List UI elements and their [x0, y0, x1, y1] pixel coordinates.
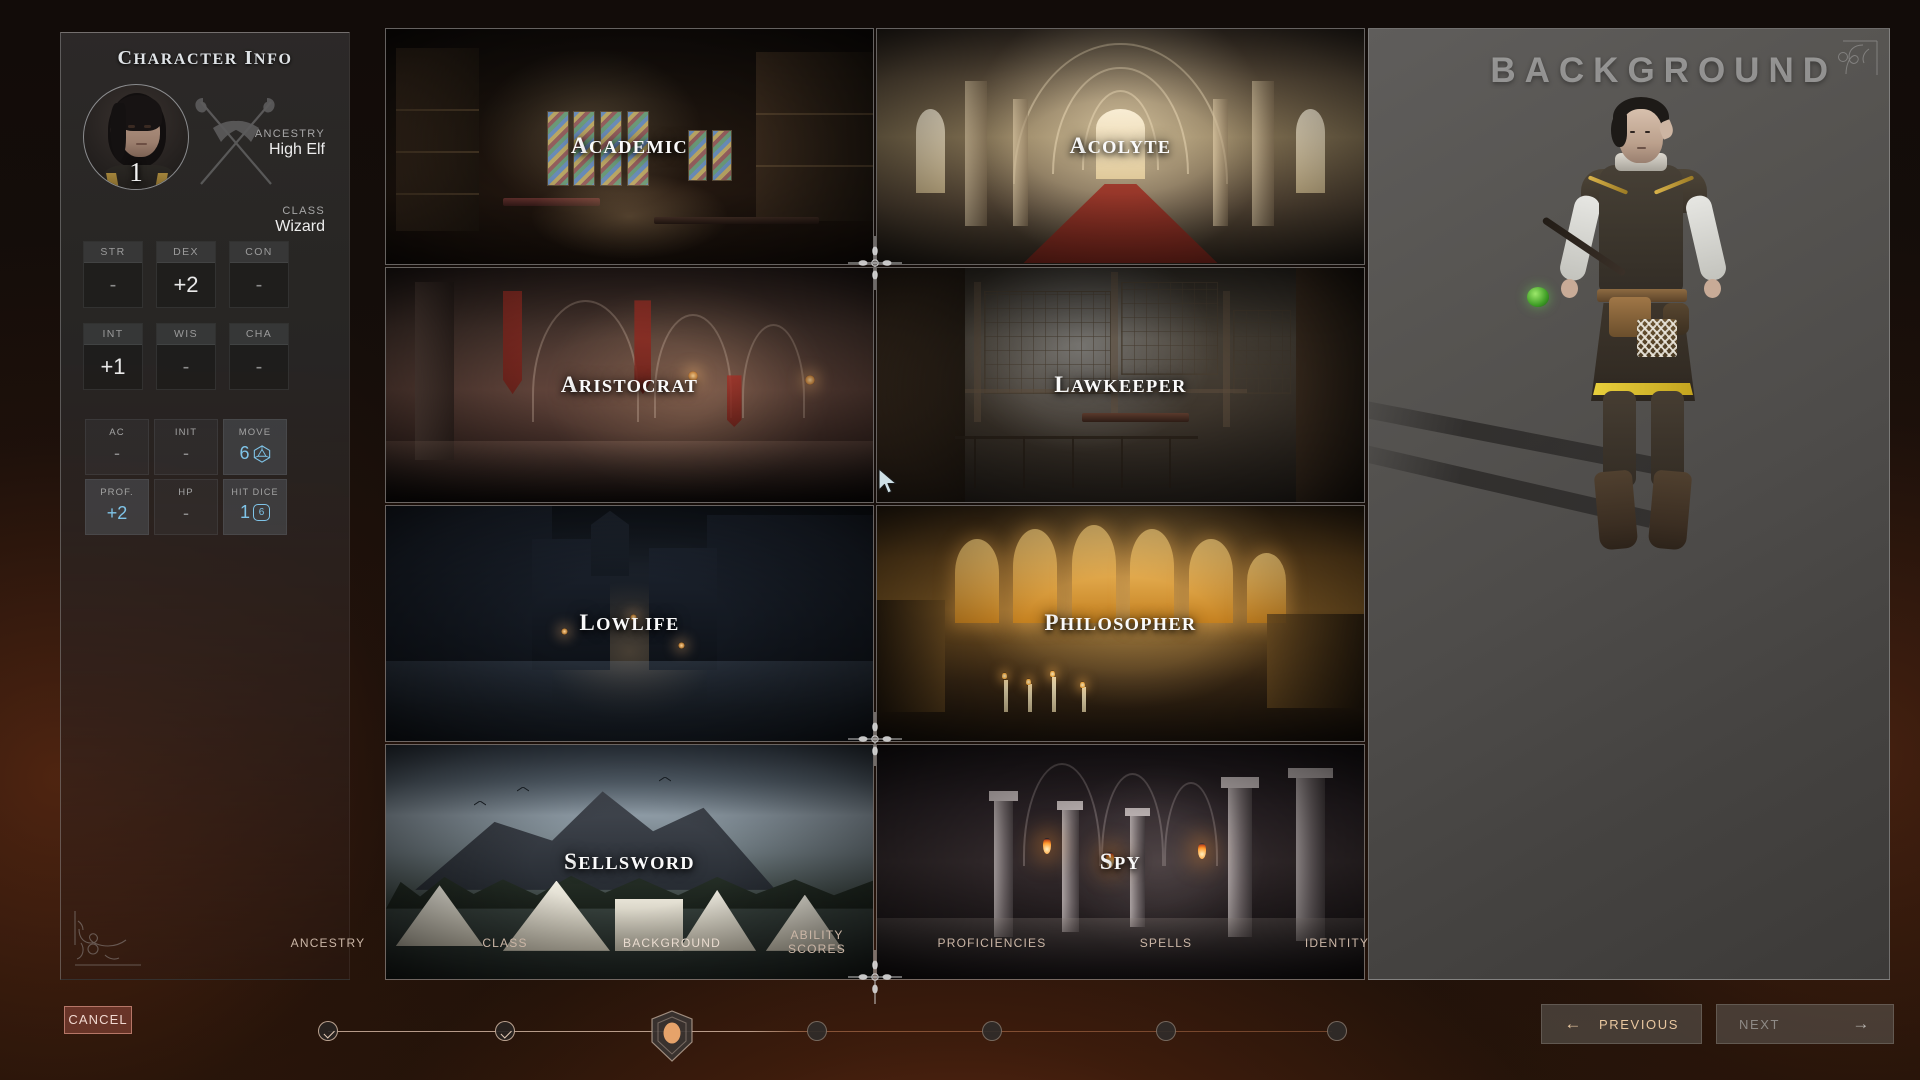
step-dot-icon [1327, 1021, 1347, 1041]
ability-wis-label: WIS [157, 324, 215, 345]
class-label: Class [282, 205, 325, 217]
background-card-lawkeeper-label: LAWKEEPER [1054, 371, 1187, 397]
ability-str-value: - [109, 274, 117, 296]
ability-con[interactable]: CON - [229, 241, 289, 308]
ability-dex[interactable]: DEX +2 [156, 241, 216, 308]
background-card-philosopher[interactable]: PHILOSOPHER [876, 505, 1365, 742]
background-card-philosopher-label: PHILOSOPHER [1044, 610, 1197, 636]
ability-con-value: - [255, 274, 263, 296]
character-creation-screen: CHARACTER INFO 1 ANCESTRY High Elf CLASS… [0, 0, 1920, 1080]
step-dot-icon [807, 1021, 827, 1041]
background-card-aristocrat-label: ARISTOCRAT [560, 371, 699, 397]
check-icon [318, 1021, 338, 1041]
step-ability-scores-label: ABILITY SCORES [737, 928, 897, 956]
ability-con-label: CON [230, 242, 288, 263]
class-info: Class Wizard [275, 205, 325, 236]
stat-ac-label: AC [109, 427, 125, 438]
arrow-right-icon: → [1852, 1014, 1871, 1033]
stat-init-value: - [183, 443, 189, 463]
stat-prof[interactable]: PROF. +2 [85, 479, 149, 535]
stat-ac-value: - [114, 443, 120, 463]
next-button[interactable]: NEXT → [1716, 1004, 1894, 1044]
active-step-gem-icon [651, 1010, 693, 1062]
stat-move-value-row: 6 [224, 443, 286, 464]
filigree-corner-ornament-icon [1838, 40, 1878, 75]
background-card-academic-label: ACADEMIC [571, 133, 688, 159]
ability-wis-value: - [182, 356, 190, 378]
ability-int-value: +1 [100, 354, 126, 379]
character-info-title: CHARACTER INFO [61, 47, 349, 70]
page-title: BACKGROUND [1490, 51, 1837, 90]
background-card-acolyte[interactable]: ACOLYTE [876, 28, 1365, 265]
stat-ac[interactable]: AC - [85, 419, 149, 475]
stat-move-label: MOVE [238, 427, 272, 438]
character-info-title-text: CHARACTER INFO [117, 47, 293, 69]
bottom-bar: CANCEL ANCESTRY CLASS BACKGROUND ABILITY… [0, 928, 1920, 1080]
previous-button[interactable]: ← PREVIOUS [1541, 1004, 1702, 1044]
ability-dex-value: +2 [173, 272, 199, 297]
background-card-grid: ACADEMIC ACOLYTE ARISTOCRAT LAWKEEPER LO… [385, 28, 1365, 980]
stat-hp-value: - [183, 503, 189, 523]
ability-int-label: INT [84, 324, 142, 345]
ability-cha-label: CHA [230, 324, 288, 345]
progress-steps: ANCESTRY CLASS BACKGROUND ABILITYSCORES [280, 928, 1380, 1080]
previous-button-label: PREVIOUS [1599, 1016, 1679, 1032]
step-ancestry-label: ANCESTRY [290, 936, 366, 950]
stat-hp-label: HP [178, 487, 194, 498]
ability-str-label: STR [84, 242, 142, 263]
step-ability-scores-line2: SCORES [788, 942, 846, 956]
arrow-left-icon: ← [1564, 1014, 1584, 1033]
background-card-lowlife-label: LOWLIFE [579, 610, 680, 636]
stat-prof-label: PROF. [100, 487, 134, 498]
step-ability-scores-line1: ABILITY [790, 928, 844, 942]
background-card-lowlife[interactable]: LOWLIFE [385, 505, 874, 742]
stat-hit-dice[interactable]: HIT DICE 1 6 [223, 479, 287, 535]
ancestry-info: Ancestry High Elf [255, 128, 325, 159]
background-card-lawkeeper[interactable]: LAWKEEPER [876, 266, 1365, 503]
background-card-academic[interactable]: ACADEMIC [385, 28, 874, 265]
background-card-aristocrat[interactable]: ARISTOCRAT [385, 266, 874, 503]
step-class-label: CLASS [482, 936, 528, 950]
stat-hit-dice-count: 1 [239, 502, 250, 522]
stat-move-value: 6 [239, 443, 250, 463]
portrait-block: 1 Ancestry High Elf Class Wiz [61, 80, 349, 235]
ability-wis[interactable]: WIS - [156, 323, 216, 390]
character-preview-panel[interactable]: BACKGROUND [1368, 28, 1890, 980]
class-value: Wizard [275, 218, 325, 235]
step-identity-label: IDENTITY [1304, 936, 1370, 950]
cancel-button[interactable]: CANCEL [64, 1006, 132, 1034]
ability-cha[interactable]: CHA - [229, 323, 289, 390]
d20-icon [253, 444, 270, 463]
step-background-label: BACKGROUND [622, 936, 721, 950]
background-card-sellsword-label: SELLSWORD [564, 848, 695, 874]
step-spells-label: SPELLS [1139, 936, 1193, 950]
next-button-label: NEXT [1739, 1016, 1781, 1032]
stat-prof-value: +2 [106, 503, 128, 523]
stat-hit-dice-value-row: 1 6 [224, 502, 286, 523]
ability-cha-value: - [255, 356, 263, 378]
ability-int[interactable]: INT +1 [83, 323, 143, 390]
filigree-corner-ornament-icon [74, 911, 141, 966]
step-dot-icon [1156, 1021, 1176, 1041]
navigation-buttons: ← PREVIOUS NEXT → [1541, 1004, 1894, 1044]
stat-move[interactable]: MOVE 6 [223, 419, 287, 475]
ability-dex-label: DEX [157, 242, 215, 263]
ancestry-value: High Elf [268, 141, 325, 158]
avatar[interactable] [83, 84, 189, 190]
stat-hp[interactable]: HP - [154, 479, 218, 535]
ability-str[interactable]: STR - [83, 241, 143, 308]
check-icon [495, 1021, 515, 1041]
stat-init-label: INIT [174, 427, 198, 438]
stat-hit-dice-label: HIT DICE [231, 487, 279, 497]
step-dot-icon [982, 1021, 1002, 1041]
ancestry-label: Ancestry [254, 128, 325, 140]
background-card-acolyte-label: ACOLYTE [1069, 133, 1172, 159]
stat-init[interactable]: INIT - [154, 419, 218, 475]
progress-line [328, 1031, 1332, 1032]
d6-icon: 6 [253, 504, 270, 521]
character-model-3d[interactable] [1527, 91, 1751, 551]
character-info-panel: CHARACTER INFO 1 ANCESTRY High Elf CLASS… [60, 32, 350, 980]
step-proficiencies-label: PROFICIENCIES [937, 936, 1047, 950]
background-card-spy-label: SPY [1099, 848, 1142, 874]
